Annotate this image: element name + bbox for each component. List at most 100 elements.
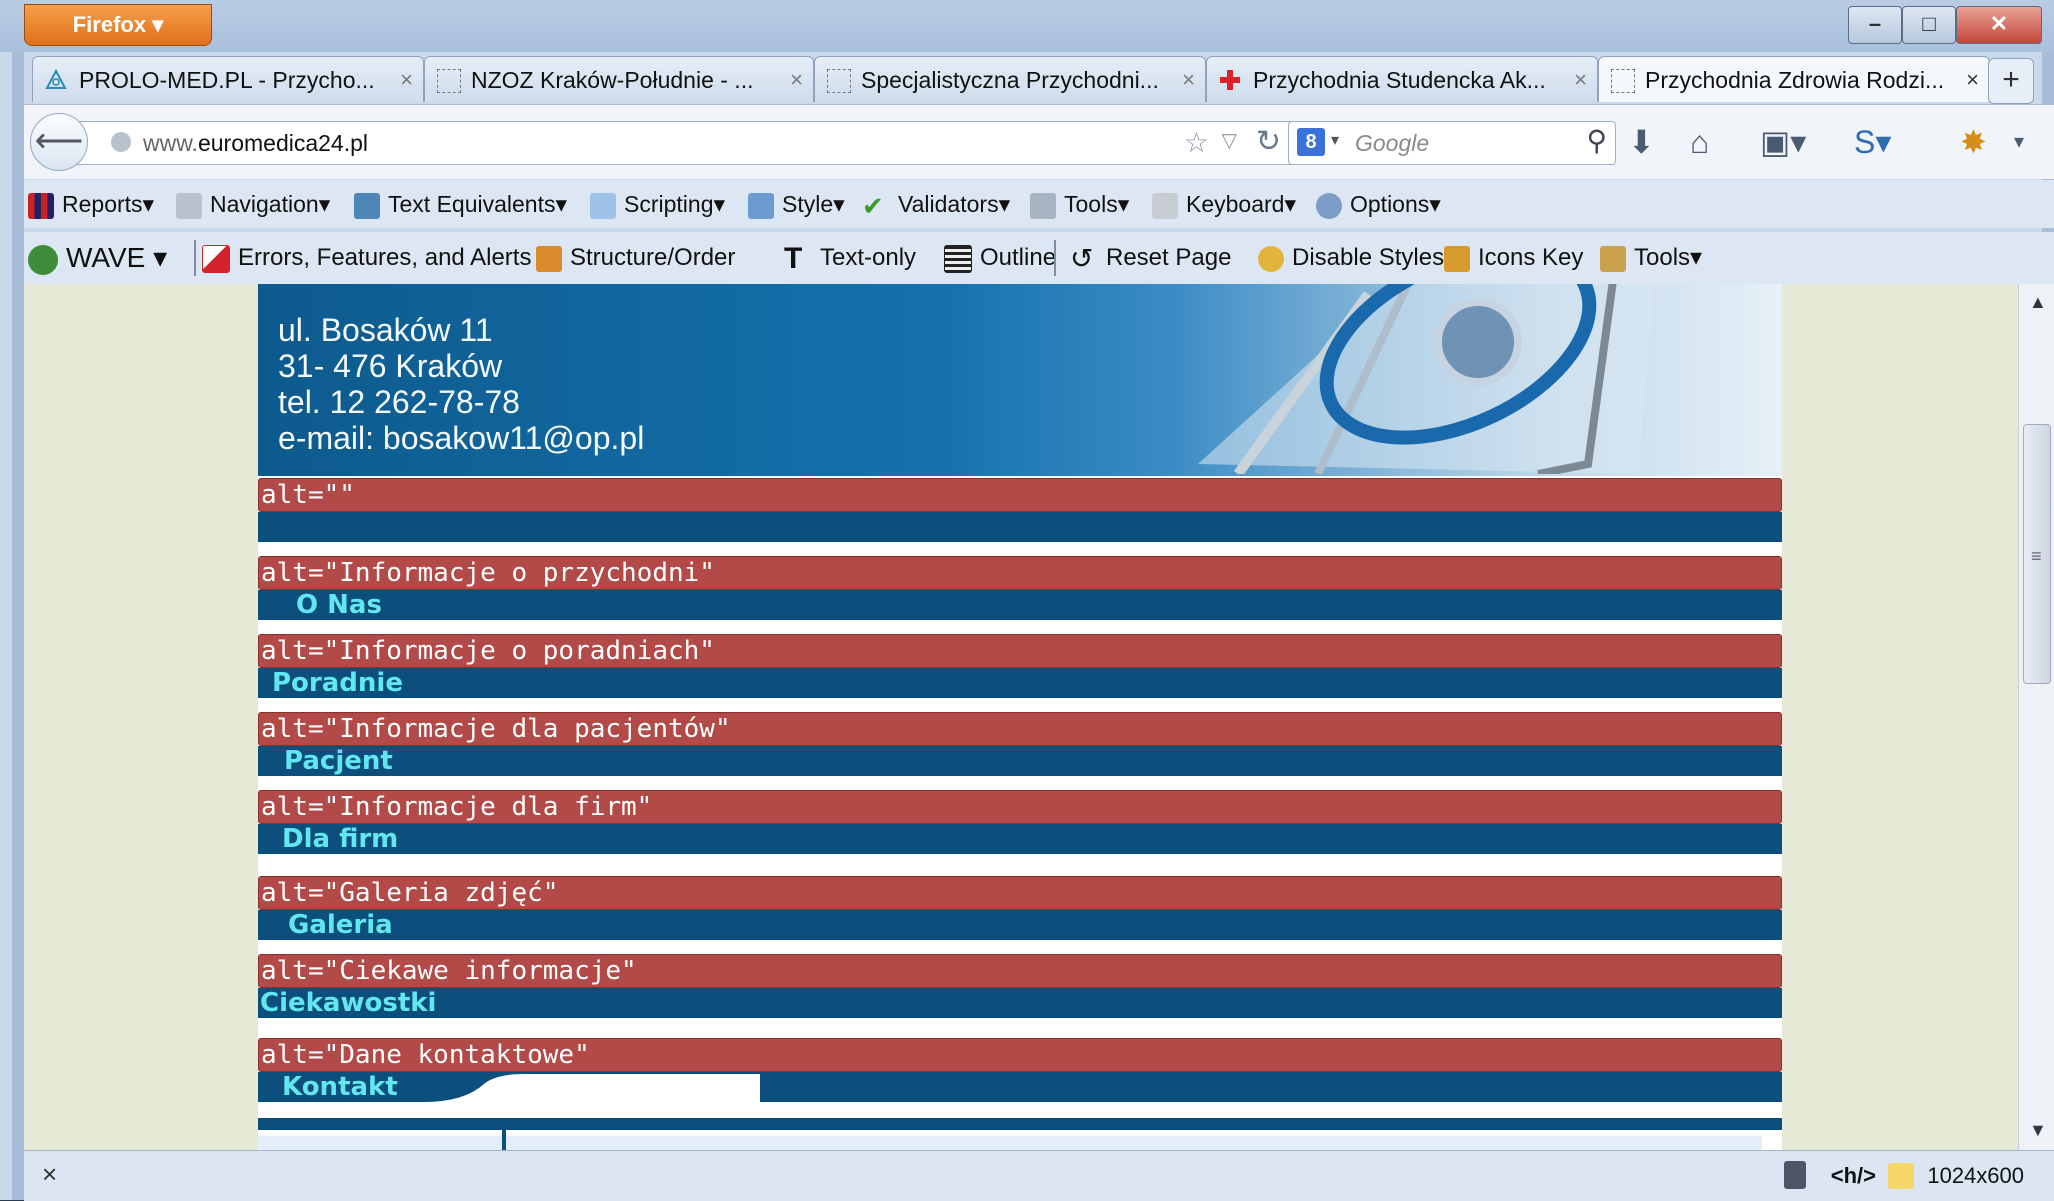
structure-order-button[interactable]: Structure/Order [536, 234, 735, 282]
menu-link-ciekawostki[interactable]: Ciekawostki [260, 988, 436, 1018]
overflow-menu-icon[interactable]: ▾ [2014, 123, 2024, 161]
tab-strip: PROLO-MED.PL - Przycho... × NZOZ Kraków-… [24, 56, 2054, 104]
bookmark-star-icon[interactable]: ☆ [1184, 126, 1209, 159]
tab-title: PROLO-MED.PL - Przycho... [79, 67, 375, 93]
tab-close-icon[interactable]: × [1966, 57, 1979, 102]
search-box[interactable]: 8 ▾ Google ⚲ [1288, 121, 1616, 165]
close-window-button[interactable]: ✕ [1956, 6, 2042, 44]
minimize-button[interactable]: – [1848, 6, 1902, 44]
scripting-menu[interactable]: Scripting▾ [590, 180, 725, 228]
sync-icon[interactable]: S▾ [1854, 123, 1891, 161]
back-button[interactable]: ⟵ [30, 113, 88, 171]
downloads-icon[interactable]: ⬇ [1628, 123, 1655, 161]
style-menu[interactable]: Style▾ [748, 180, 845, 228]
menu-link-kontakt[interactable]: Kontakt [282, 1072, 398, 1102]
text-equivalents-menu[interactable]: Text Equivalents▾ [354, 180, 567, 228]
wave-menu[interactable]: WAVE ▾ [28, 234, 167, 282]
image-icon [354, 192, 380, 219]
tab-close-icon[interactable]: × [400, 57, 413, 102]
errors-features-alerts-button[interactable]: Errors, Features, and Alerts [202, 234, 531, 282]
reload-icon[interactable]: ↻ [1256, 124, 1281, 159]
alt-text-label: alt="Galeria zdjęć" [258, 876, 1782, 910]
reset-page-button[interactable]: ↺ Reset Page [1070, 234, 1231, 282]
tab-title: Specjalistyczna Przychodni... [861, 67, 1159, 93]
bookmarks-icon[interactable]: ▣▾ [1760, 123, 1806, 161]
alt-text-label: alt="Informacje dla pacjentów" [258, 712, 1782, 746]
menu-bar [258, 590, 1782, 620]
page-viewport: ul. Bosaków 11 31- 476 Kraków tel. 12 26… [24, 284, 2018, 1150]
tab-close-icon[interactable]: × [1574, 57, 1587, 102]
keyboard-menu[interactable]: Keyboard▾ [1152, 180, 1296, 228]
navigation-menu[interactable]: Navigation▾ [176, 180, 330, 228]
address-email: e-mail: bosakow11@op.pl [278, 420, 645, 456]
toolbar-separator [1054, 240, 1056, 276]
icons-key-button[interactable]: Icons Key [1444, 234, 1583, 282]
menu-link-o-nas[interactable]: O Nas [296, 590, 382, 620]
options-menu[interactable]: Options▾ [1316, 180, 1441, 228]
menu-bar [258, 910, 1782, 940]
outline-button[interactable]: Outline [944, 234, 1056, 282]
menu-link-pacjent[interactable]: Pacjent [284, 746, 393, 776]
tab-zdrowia-rodzinnego[interactable]: Przychodnia Zdrowia Rodzi... × [1598, 56, 1990, 102]
stethoscope-image [1198, 284, 1655, 474]
html-validator-indicator[interactable]: <h/> [1831, 1151, 1876, 1201]
wave-tools-menu[interactable]: Tools▾ [1600, 234, 1702, 282]
firefox-menu-button[interactable]: Firefox ▾ [24, 4, 212, 46]
address-block: ul. Bosaków 11 31- 476 Kraków tel. 12 26… [278, 312, 644, 456]
tab-close-icon[interactable]: × [1182, 57, 1195, 102]
tab-specjalistyczna[interactable]: Specjalistyczna Przychodni... × [814, 56, 1206, 102]
blank-page-icon [437, 69, 461, 93]
scrollbar-grip-icon: ≡ [2031, 546, 2042, 566]
style-icon [748, 192, 774, 219]
search-icon[interactable]: ⚲ [1586, 124, 1607, 157]
disable-styles-button[interactable]: Disable Styles [1258, 234, 1444, 282]
tab-close-icon[interactable]: × [790, 57, 803, 102]
search-engine-dropdown-icon[interactable]: ▾ [1331, 130, 1339, 150]
alt-text-label: alt="Ciekawe informacje" [258, 954, 1782, 988]
error-flag-icon [202, 244, 230, 273]
scroll-down-icon[interactable]: ▼ [2029, 1120, 2047, 1141]
triangle-logo-icon [45, 69, 67, 89]
tools-menu[interactable]: Tools▾ [1030, 180, 1129, 228]
globe-icon [111, 132, 131, 152]
window-resolution[interactable]: 1024x600 [1927, 1151, 2024, 1201]
menu-bar [258, 746, 1782, 776]
checkmark-icon: ✔ [862, 190, 884, 221]
validators-menu[interactable]: ✔ Validators▾ [862, 180, 1010, 228]
alt-text-label: alt="Informacje dla firm" [258, 790, 1782, 824]
note-icon[interactable] [1888, 1163, 1914, 1189]
menu-link-dla-firm[interactable]: Dla firm [282, 824, 398, 854]
tab-prolo-med[interactable]: PROLO-MED.PL - Przycho... × [32, 56, 424, 102]
history-dropdown-icon[interactable]: ▽ [1222, 128, 1237, 153]
decorative-curve [424, 1074, 760, 1102]
google-search-engine-icon[interactable]: 8 [1297, 128, 1325, 156]
home-icon[interactable]: ⌂ [1690, 123, 1709, 161]
tab-studencka[interactable]: Przychodnia Studencka Ak... × [1206, 56, 1598, 102]
wave-logo-icon [28, 244, 58, 275]
address-street: ul. Bosaków 11 [278, 312, 493, 348]
tab-nzoz[interactable]: NZOZ Kraków-Południe - ... × [424, 56, 814, 102]
sitemap-icon [176, 192, 202, 219]
close-icon[interactable]: × [42, 1159, 57, 1190]
trash-icon[interactable] [1784, 1161, 1806, 1189]
new-tab-button[interactable]: + [1988, 58, 2034, 104]
vertical-scrollbar[interactable]: ▲ ≡ ▼ [2018, 284, 2054, 1150]
url-text: www.euromedica24.pl [143, 130, 369, 156]
menu-link-galeria[interactable]: Galeria [288, 910, 393, 940]
browser-window: Firefox ▾ – □ ✕ PROLO-MED.PL - Przycho..… [0, 0, 2054, 1201]
firebug-icon[interactable]: ✸ [1960, 123, 1987, 161]
search-placeholder: Google [1355, 130, 1430, 156]
alt-text-label: alt="" [258, 478, 1782, 512]
reset-icon: ↺ [1070, 242, 1094, 274]
menu-bar [258, 668, 1782, 698]
keyboard-icon [1152, 192, 1178, 219]
toolbar-separator [194, 240, 196, 276]
scroll-up-icon[interactable]: ▲ [2029, 292, 2047, 313]
navigation-menu-list: alt="" alt="Informacje o przychodni" O N… [258, 476, 1782, 1150]
maximize-button[interactable]: □ [1902, 6, 1956, 44]
url-bar[interactable]: www.euromedica24.pl ☆ ▽ ↻ [70, 121, 1298, 165]
text-only-button[interactable]: T Text-only [784, 234, 916, 282]
reports-menu[interactable]: Reports▾ [28, 180, 154, 228]
menu-link-poradnie[interactable]: Poradnie [272, 668, 403, 698]
wrench-icon [1600, 245, 1626, 272]
